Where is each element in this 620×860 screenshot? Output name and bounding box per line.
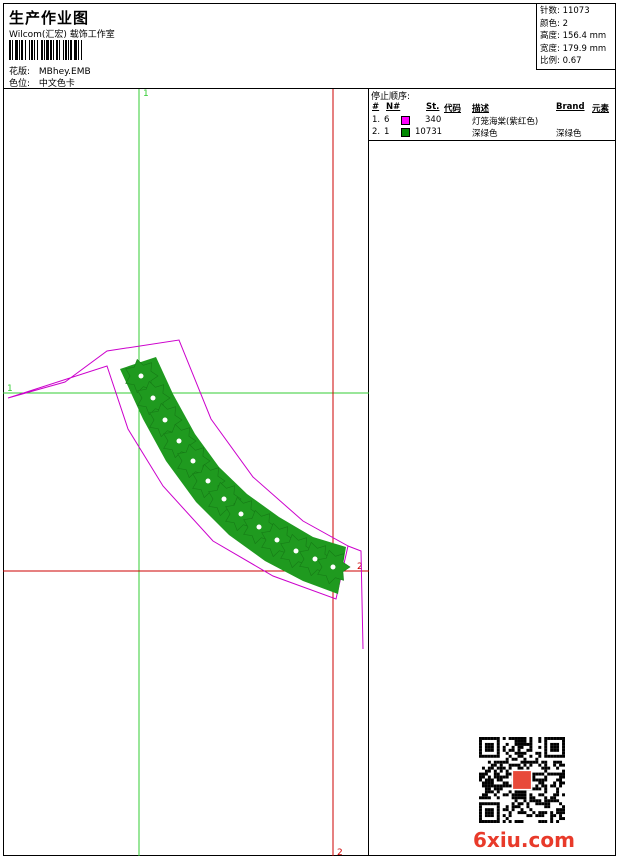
spec-stitches: 针数: 11073: [540, 6, 590, 16]
leaf-center: [330, 564, 336, 570]
spec-width: 宽度: 179.9 mm: [540, 43, 607, 54]
legend-columns: # N# St. 代码 描述 Brand 元素: [369, 101, 616, 115]
leaf-center: [190, 458, 196, 464]
company-name: Wilcom(汇宏) 载饰工作室: [9, 30, 115, 40]
green-left-marker: 1: [7, 384, 13, 394]
spec-height: 高度: 156.4 mm: [540, 31, 607, 42]
spec-scale: 比例: 0.67: [540, 56, 582, 67]
col-desc: 描述: [472, 104, 490, 114]
travel-stitch: [347, 545, 364, 650]
design-specs: 针数: 11073 颜色: 2 高度: 156.4 mm 宽度: 179.9 m…: [536, 3, 616, 70]
barcode: [9, 40, 82, 60]
color-legend: 停止顺序: # N# St. 代码 描述 Brand 元素 1. 6 340 灯…: [369, 89, 616, 145]
leaf-center: [293, 548, 299, 554]
legend-row: 2. 1 10731 深绿色 深绿色: [372, 127, 582, 139]
leaf-center: [205, 478, 211, 484]
green-top-marker: 1: [143, 89, 149, 99]
leaf-center: [162, 417, 168, 423]
col-st: St.: [426, 102, 440, 112]
color-swatch: [401, 128, 410, 137]
legend-divider: [369, 140, 616, 141]
header: 生产作业图 Wilcom(汇宏) 载饰工作室 花版: MBhey.EMB 色位:…: [3, 3, 616, 89]
spec-colors: 颜色: 2: [540, 18, 568, 29]
leaf-center: [150, 395, 156, 401]
leaf-center: [238, 511, 244, 517]
embroidery-preview: 1 1 2 2: [3, 89, 369, 858]
leaf-center: [138, 373, 144, 379]
col-element: 元素: [592, 104, 610, 114]
page-title: 生产作业图: [9, 9, 90, 27]
design-canvas: 1 1 2 2: [3, 89, 369, 858]
color-swatch: [401, 116, 410, 125]
col-num: #: [372, 102, 380, 112]
leaf-center: [221, 496, 227, 502]
leaf-center: [312, 556, 318, 562]
qr-logo: [513, 771, 531, 789]
red-bottom-marker: 2: [337, 848, 343, 856]
color-chart-line: 色位: 中文色卡: [9, 76, 75, 89]
col-n: N#: [386, 102, 401, 112]
col-code: 代码: [444, 104, 462, 114]
leaf-center: [274, 537, 280, 543]
legend-row: 1. 6 340 灯笼海棠(紫红色): [372, 115, 539, 127]
watermark: 6xiu.com: [473, 828, 575, 852]
leaf-center: [176, 438, 182, 444]
color-chart-name: 中文色卡: [38, 79, 75, 89]
color-chart-label: 色位:: [9, 79, 31, 89]
qr-code: [479, 737, 565, 823]
leaf-center: [256, 524, 262, 530]
col-brand: Brand: [556, 102, 585, 112]
